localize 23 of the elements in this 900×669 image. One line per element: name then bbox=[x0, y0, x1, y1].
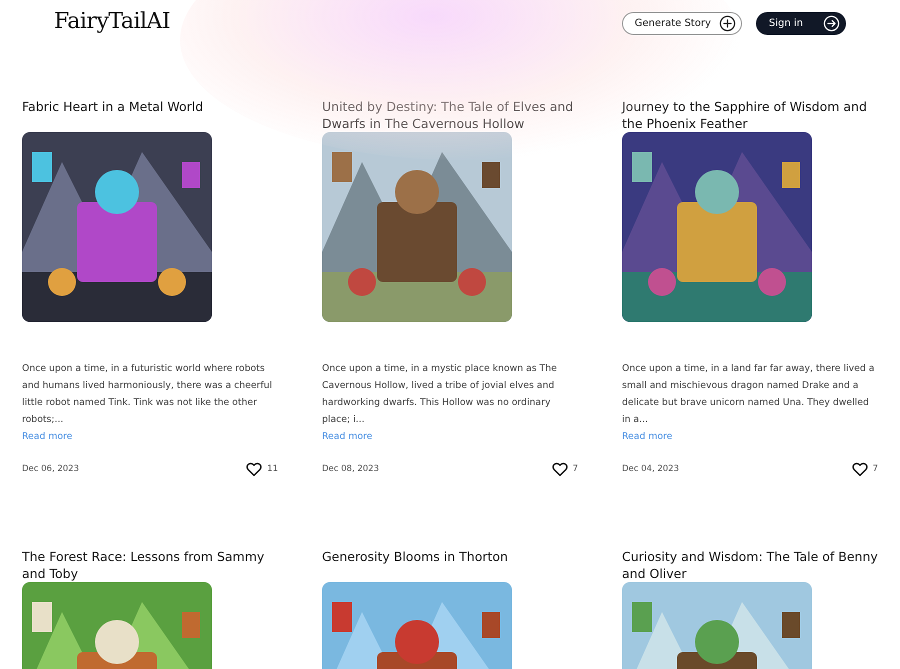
heart-icon[interactable] bbox=[245, 460, 264, 478]
story-date: Dec 08, 2023 bbox=[322, 464, 380, 474]
story-date: Dec 06, 2023 bbox=[22, 464, 80, 474]
arrow-right-icon bbox=[823, 14, 840, 32]
story-title[interactable]: Journey to the Sapphire of Wisdom and the Phoenix Feather bbox=[622, 98, 878, 132]
story-excerpt: Once upon a time, in a land far far away, there lived a small and mischievous dragon named Drake and a delicate but brave unicorn named Una. They dwelled in a... bbox=[622, 362, 876, 427]
heart-icon[interactable] bbox=[550, 460, 569, 478]
story-title[interactable]: Generosity Blooms in Thorton bbox=[322, 548, 578, 582]
sign-in-button[interactable]: Sign in bbox=[756, 12, 846, 34]
heart-icon[interactable] bbox=[850, 460, 869, 478]
like-count: 7 bbox=[572, 464, 578, 474]
story-title[interactable]: Curiosity and Wisdom: The Tale of Benny and Oliver bbox=[622, 548, 878, 582]
story-excerpt: Once upon a time, in a futuristic world where robots and humans lived harmoniously, there was a cheerful little robot named Tink. Tink was not like the other robots;... bbox=[22, 362, 274, 427]
story-date: Dec 04, 2023 bbox=[622, 464, 680, 474]
story-excerpt: Once upon a time, in a mystic place known as The Cavernous Hollow, lived a tribe of jovial elves and hardworking dwarfs. This Hollow was no ordinary place; i... bbox=[322, 362, 558, 427]
like-count: 11 bbox=[267, 464, 278, 474]
generate-story-button[interactable]: Generate Story bbox=[622, 12, 742, 34]
story-title[interactable]: The Forest Race: Lessons from Sammy and Toby bbox=[22, 548, 278, 582]
plus-icon bbox=[718, 14, 736, 32]
story-title[interactable]: United by Destiny: The Tale of Elves and Dwarfs in The Cavernous Hollow bbox=[322, 98, 578, 132]
logo[interactable]: FairyTailAI bbox=[54, 8, 170, 34]
story-title[interactable]: Fabric Heart in a Metal World bbox=[22, 98, 278, 132]
like-count: 7 bbox=[872, 464, 878, 474]
